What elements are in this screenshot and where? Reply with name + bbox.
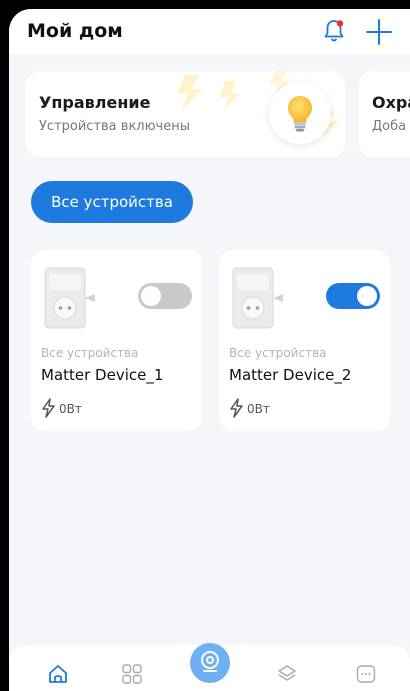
lightning-icon	[42, 398, 55, 418]
app-screen: Мой дом Управление Устройства включены О…	[9, 9, 410, 691]
power-toggle[interactable]	[326, 283, 380, 309]
bell-icon[interactable]	[323, 19, 345, 43]
device-category: Все устройства	[229, 346, 327, 360]
device-category: Все устройства	[41, 346, 139, 360]
add-icon[interactable]	[364, 17, 394, 47]
control-title: Управление	[39, 93, 151, 112]
message-icon[interactable]	[355, 663, 377, 685]
power-value: 0Вт	[59, 402, 82, 416]
security-summary-card[interactable]: Охра Доба	[358, 71, 410, 158]
device-name: Matter Device_2	[229, 366, 352, 384]
top-bar: Мой дом	[9, 9, 410, 54]
camera-icon	[201, 651, 219, 672]
security-title: Охра	[372, 93, 410, 112]
home-icon[interactable]	[47, 663, 69, 685]
security-subtitle: Доба	[372, 119, 407, 134]
control-subtitle: Устройства включены	[39, 119, 190, 134]
toggle-knob	[141, 286, 161, 306]
smart-plug-icon	[232, 267, 283, 329]
grid-icon[interactable]	[121, 663, 143, 685]
camera-tab-button[interactable]	[190, 643, 230, 683]
home-title[interactable]: Мой дом	[27, 20, 123, 42]
light-bulb-icon	[288, 96, 312, 132]
control-summary-card[interactable]: Управление Устройства включены	[25, 71, 346, 158]
lightning-icon	[230, 398, 243, 418]
all-devices-filter-button[interactable]: Все устройства	[31, 181, 193, 223]
power-toggle[interactable]	[138, 283, 192, 309]
bulb-badge	[269, 82, 331, 144]
device-card[interactable]: Все устройства Matter Device_2 0Вт	[219, 250, 390, 431]
device-card[interactable]: Все устройства Matter Device_1 0Вт	[31, 250, 202, 431]
power-value: 0Вт	[247, 402, 270, 416]
bottom-tab-bar	[9, 643, 410, 691]
smart-plug-icon	[44, 267, 95, 329]
layers-icon[interactable]	[276, 663, 298, 685]
toggle-knob	[357, 286, 377, 306]
device-name: Matter Device_1	[41, 366, 164, 384]
